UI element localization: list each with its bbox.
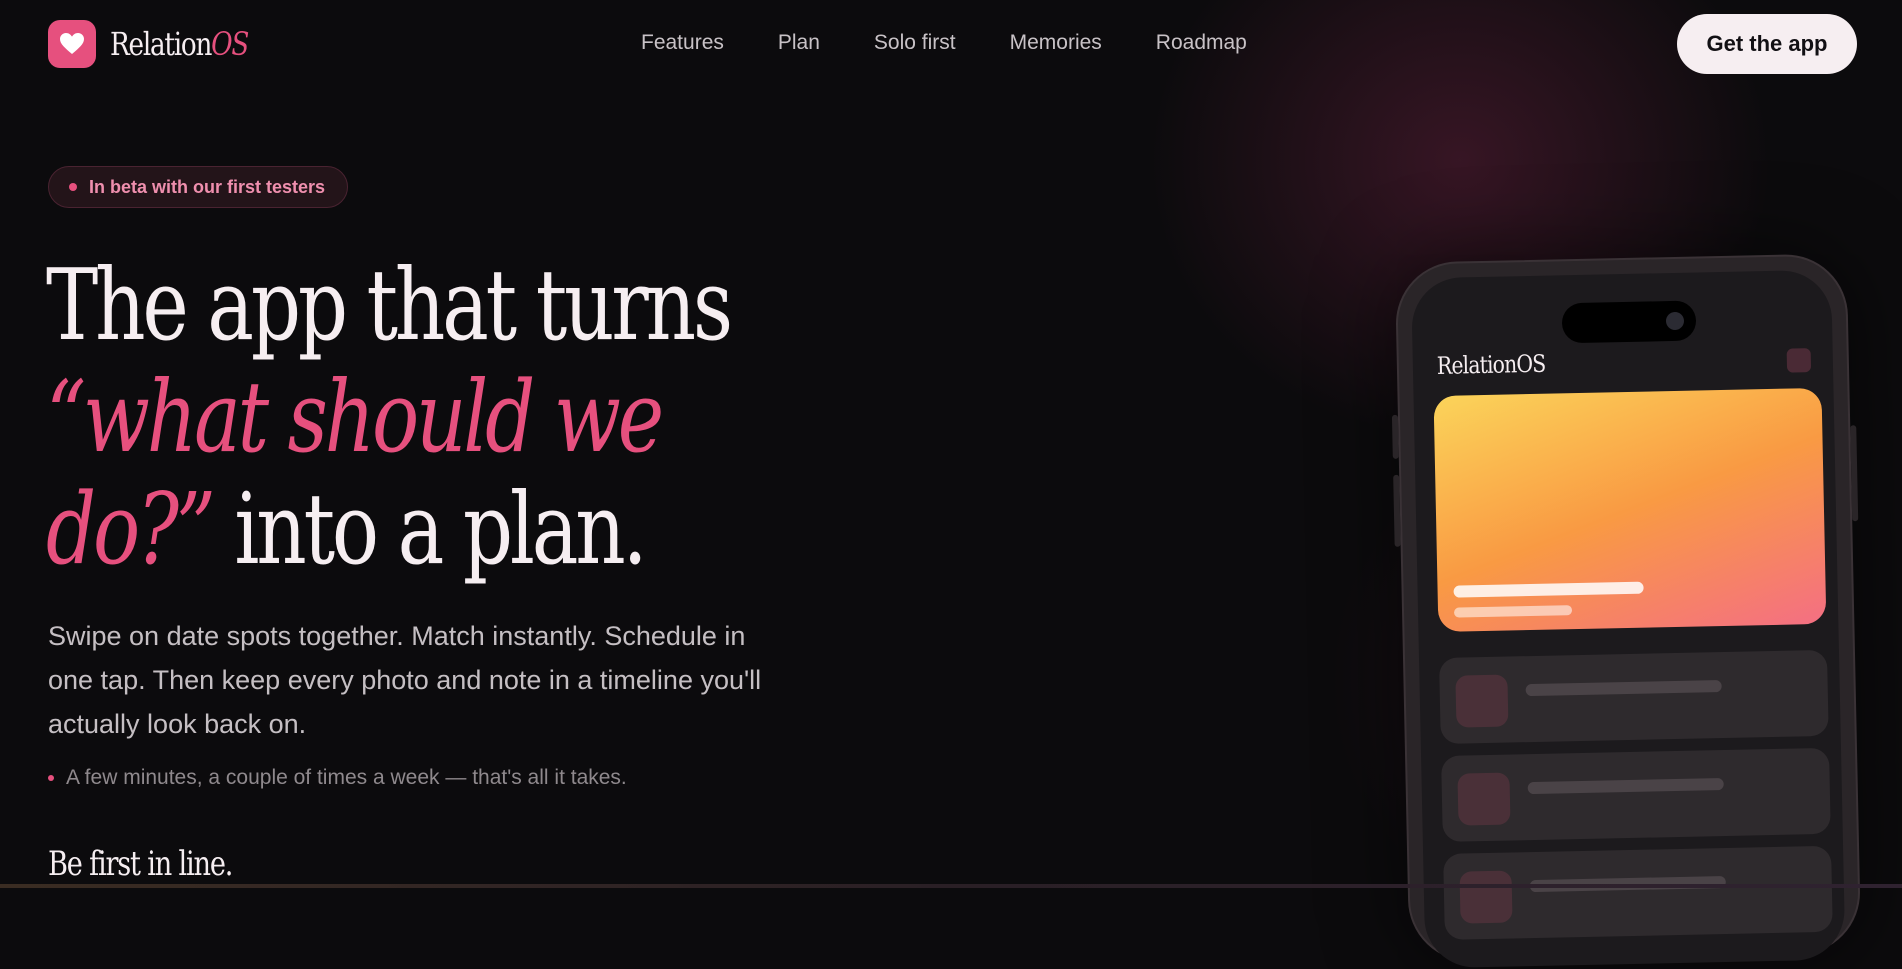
list-item-thumbnail [1459,870,1513,924]
section-heading: Be first in line. [48,844,233,884]
status-dot-icon [69,183,77,191]
list-item [1441,747,1831,842]
main-nav: Features Plan Solo first Memories Roadma… [641,28,1301,58]
nav-link-memories[interactable]: Memories [1010,28,1102,58]
list-item-text-placeholder [1525,680,1722,697]
hero-subtitle: Swipe on date spots together. Match inst… [48,621,762,739]
list-item-thumbnail [1457,772,1511,826]
card-title-placeholder [1453,581,1644,598]
time-note: A few minutes, a couple of times a week … [48,766,627,790]
phone-screen: RelationOS [1411,269,1846,969]
bullet-dot-icon [48,775,54,781]
phone-app-title: RelationOS [1436,349,1546,380]
phone-power-button [1850,425,1859,522]
phone-mockup: RelationOS [1391,253,1862,969]
brand-wordmark: RelationOS [110,25,249,63]
nav-link-features[interactable]: Features [641,28,724,58]
hero-headline: The app that turns “what should we do?” … [46,249,733,587]
nav-link-solo-first[interactable]: Solo first [874,28,956,58]
page-bottom-edge [0,884,1902,888]
phone-volume-button [1393,474,1401,547]
profile-icon [1786,348,1812,373]
featured-card [1433,387,1827,632]
beta-badge: In beta with our first testers [48,166,349,208]
camera-icon [1665,311,1685,331]
brand-name-accent: OS [211,25,249,63]
headline-tail: into a plan. [212,473,647,587]
time-note-text: A few minutes, a couple of times a week … [66,766,627,789]
get-the-app-button[interactable]: Get the app [1677,14,1857,74]
headline-line-1: The app that turns [46,249,733,363]
card-subtitle-placeholder [1453,605,1573,618]
dynamic-island [1561,300,1697,344]
list-item-text-placeholder [1527,778,1724,795]
nav-link-roadmap[interactable]: Roadmap [1156,28,1247,58]
nav-link-plan[interactable]: Plan [778,28,820,58]
list-item-thumbnail [1455,674,1509,728]
list-item [1439,649,1829,744]
brand-logo[interactable]: RelationOS [48,20,278,68]
brand-name: Relation [110,25,212,63]
phone-side-button [1391,414,1399,459]
beta-badge-text: In beta with our first testers [89,176,326,197]
list-item [1443,845,1833,940]
site-header: RelationOS Features Plan Solo first Memo… [0,0,1902,88]
heart-icon [48,20,96,68]
headline-accent-1: “what should we [46,361,664,475]
headline-accent-2: do?” [46,473,216,587]
